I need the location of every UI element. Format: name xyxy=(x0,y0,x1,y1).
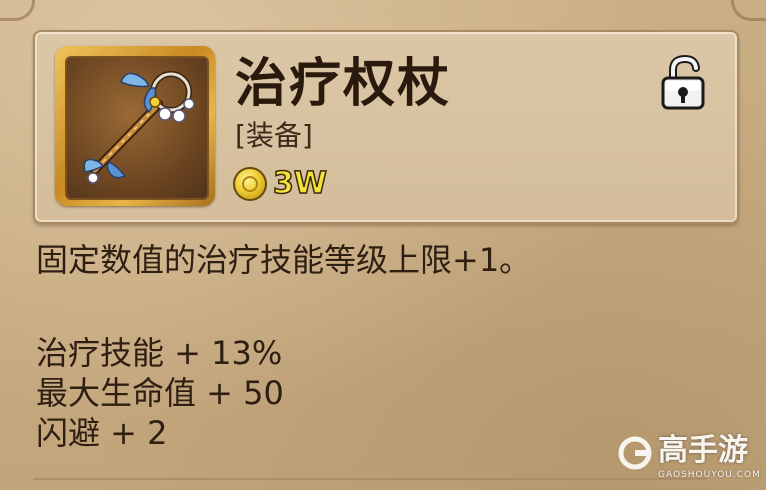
watermark: 高手游 GAOSHOUYOU.COM xyxy=(618,432,760,484)
stat-line: 闪避 + 2 xyxy=(36,414,168,452)
item-description: 固定数值的治疗技能等级上限+1。 xyxy=(36,241,532,279)
divider xyxy=(33,478,706,480)
price-value: 3W xyxy=(272,166,327,202)
item-price: 3W xyxy=(233,166,328,202)
healing-staff-icon xyxy=(65,56,209,200)
lock-icon[interactable] xyxy=(659,54,707,110)
item-header-panel: 治疗权杖 [装备] 3W xyxy=(33,30,739,224)
stat-line: 治疗技能 + 13% xyxy=(36,334,283,372)
stat-line: 最大生命值 + 50 xyxy=(36,374,284,412)
watermark-text: 高手游 xyxy=(658,433,748,468)
item-name: 治疗权杖 xyxy=(235,54,452,114)
item-icon-frame xyxy=(55,46,215,206)
item-stats: 治疗技能 + 13% 最大生命值 + 50 闪避 + 2 xyxy=(36,333,284,453)
gold-coin-icon xyxy=(233,167,267,201)
watermark-url: GAOSHOUYOU.COM xyxy=(658,470,761,480)
item-type-label: [装备] xyxy=(235,119,313,152)
watermark-logo-icon xyxy=(618,436,652,470)
